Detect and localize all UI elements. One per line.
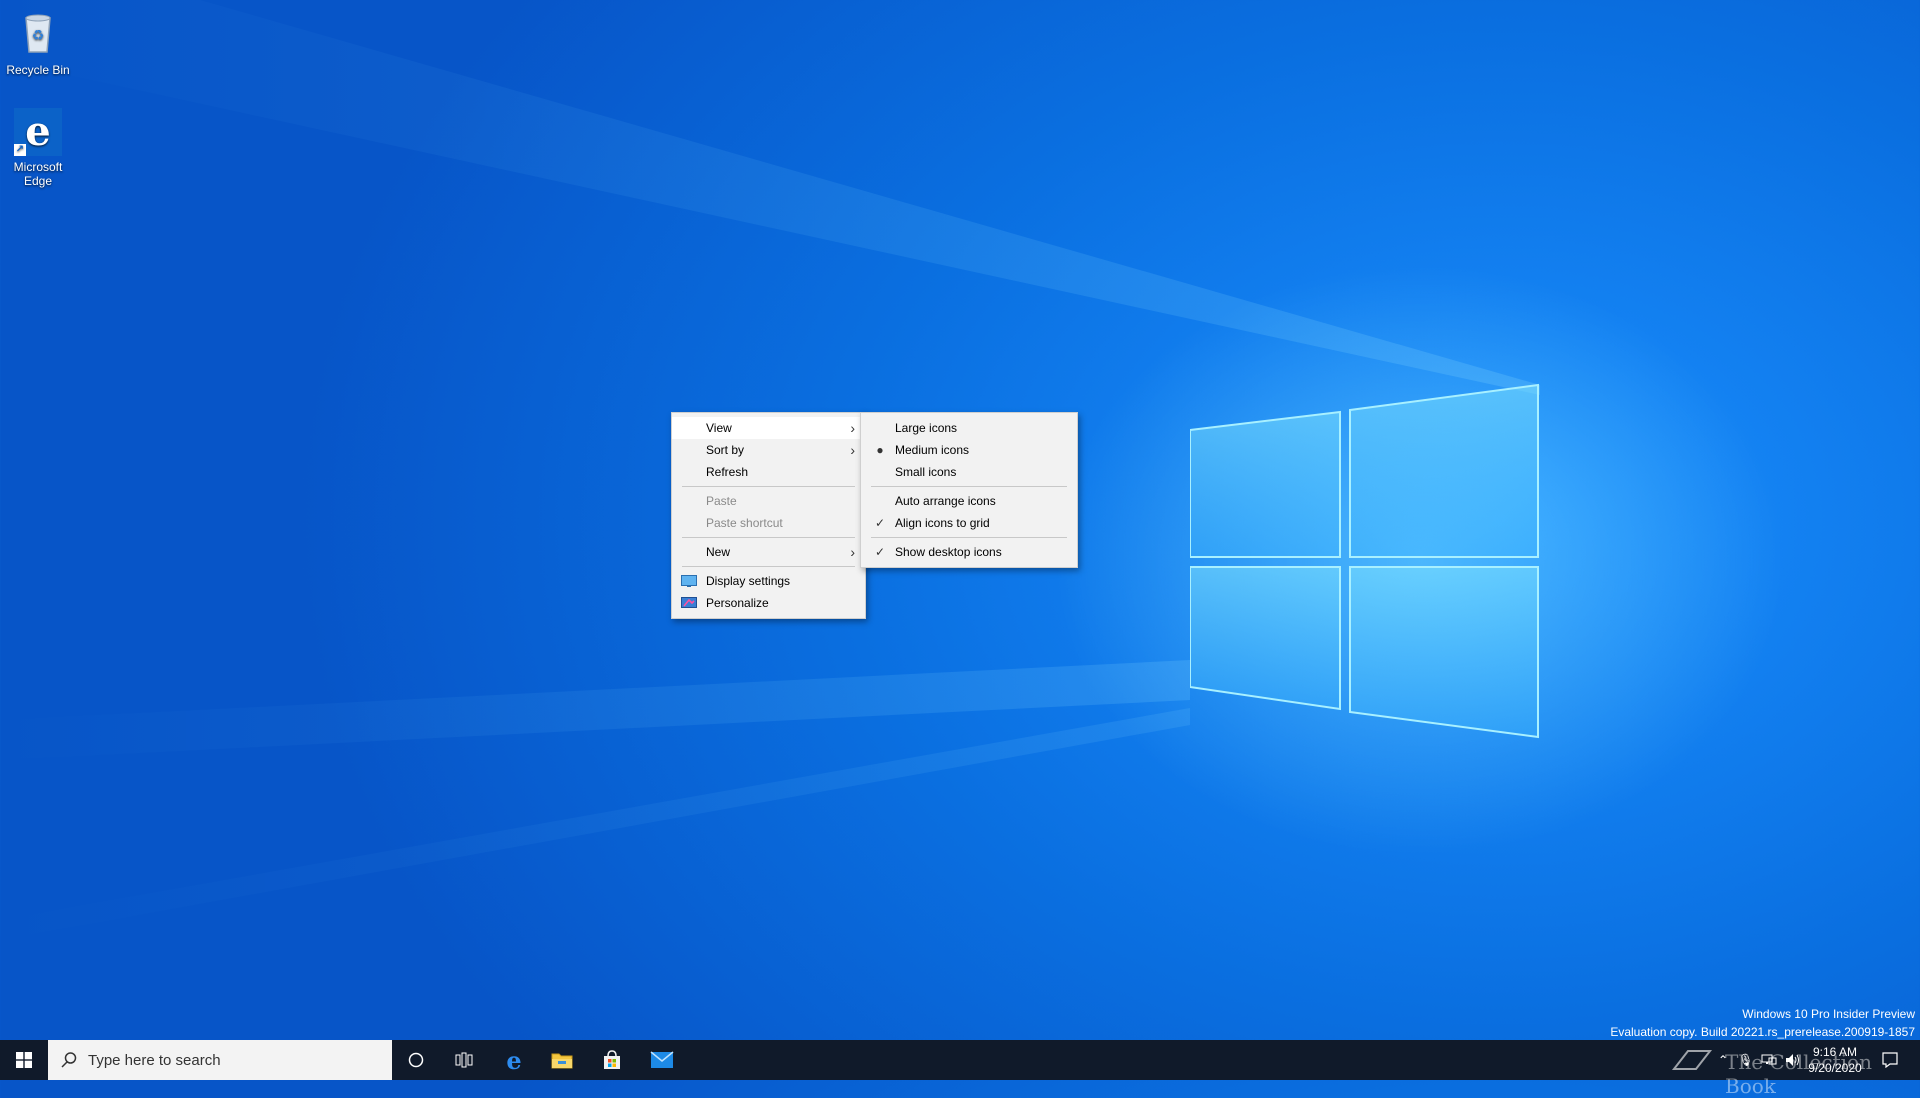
menu-item-sort-by[interactable]: Sort by › <box>672 439 865 461</box>
submenu-item-align-icons-to-grid[interactable]: ✓ Align icons to grid <box>861 512 1077 534</box>
desktop-icon-microsoft-edge[interactable]: e ↗ Microsoft Edge <box>0 108 78 188</box>
desktop-icon-recycle-bin[interactable]: ♻ Recycle Bin <box>0 8 78 77</box>
menu-item-label: Display settings <box>706 574 791 588</box>
menu-item-label: Paste shortcut <box>706 516 783 530</box>
windows-logo-wallpaper-icon <box>1190 383 1539 739</box>
task-view-button[interactable] <box>440 1040 488 1080</box>
menu-item-view[interactable]: View › <box>672 417 865 439</box>
taskbar-search-box[interactable]: Type here to search <box>48 1040 392 1080</box>
menu-item-label: Personalize <box>706 596 769 610</box>
menu-item-label: Sort by <box>706 443 745 457</box>
radio-bullet-icon: ● <box>876 443 884 457</box>
start-button[interactable] <box>0 1040 48 1080</box>
menu-item-label: Paste <box>706 494 737 508</box>
book-watermark-overlay: The Collection Book <box>1725 1050 1872 1098</box>
personalize-icon <box>681 597 697 608</box>
recycle-bin-icon: ♻ <box>25 14 51 53</box>
menu-separator <box>871 537 1067 538</box>
menu-item-refresh[interactable]: Refresh <box>672 461 865 483</box>
submenu-item-show-desktop-icons[interactable]: ✓ Show desktop icons <box>861 541 1077 563</box>
microsoft-store-icon <box>604 1050 620 1069</box>
checkmark-icon: ✓ <box>874 545 886 559</box>
menu-separator <box>682 486 855 487</box>
taskbar-mail-button[interactable] <box>638 1040 686 1080</box>
taskbar: Type here to search e ⌃ 🎙 9:16 AM 9/20/2… <box>0 1040 1920 1080</box>
menu-item-paste: Paste <box>672 490 865 512</box>
shortcut-arrow-icon: ↗ <box>14 144 26 156</box>
menu-separator <box>871 486 1067 487</box>
taskbar-file-explorer-button[interactable] <box>538 1040 586 1080</box>
chevron-right-icon: › <box>850 544 855 560</box>
cortana-button[interactable] <box>392 1040 440 1080</box>
search-icon <box>61 1052 77 1068</box>
menu-item-paste-shortcut: Paste shortcut <box>672 512 865 534</box>
menu-item-label: View <box>706 421 732 435</box>
menu-item-label: Medium icons <box>895 443 970 457</box>
menu-item-label: New <box>706 545 731 559</box>
edge-icon: e <box>506 1045 522 1075</box>
windows-start-icon <box>16 1052 32 1068</box>
submenu-item-auto-arrange-icons[interactable]: Auto arrange icons <box>861 490 1077 512</box>
task-view-icon <box>455 1052 473 1068</box>
display-settings-icon <box>681 575 697 587</box>
recycle-bin-label: Recycle Bin <box>6 63 70 77</box>
evaluation-watermark-line2: Evaluation copy. Build 20221.rs_prerelea… <box>1610 1025 1915 1039</box>
menu-item-label: Large icons <box>895 421 958 435</box>
file-explorer-icon <box>551 1053 573 1069</box>
desktop-context-menu: View › Sort by › Refresh Paste Paste sho… <box>671 412 866 619</box>
menu-item-display-settings[interactable]: Display settings <box>672 570 865 592</box>
menu-separator <box>682 537 855 538</box>
search-placeholder: Type here to search <box>88 1051 221 1069</box>
mail-icon <box>650 1051 674 1068</box>
menu-item-label: Auto arrange icons <box>895 494 996 508</box>
menu-item-personalize[interactable]: Personalize <box>672 592 865 614</box>
menu-item-label: Small icons <box>895 465 957 479</box>
submenu-item-small-icons[interactable]: Small icons <box>861 461 1077 483</box>
microsoft-edge-icon: e ↗ <box>14 108 62 156</box>
chevron-right-icon: › <box>850 442 855 458</box>
evaluation-watermark-line1: Windows 10 Pro Insider Preview <box>1742 1007 1915 1021</box>
menu-item-label: Show desktop icons <box>895 545 1002 559</box>
menu-item-label: Align icons to grid <box>895 516 990 530</box>
microsoft-edge-label: Microsoft Edge <box>13 160 63 188</box>
taskbar-store-button[interactable] <box>588 1040 636 1080</box>
checkmark-icon: ✓ <box>874 516 886 530</box>
taskbar-edge-button[interactable]: e <box>490 1040 538 1080</box>
submenu-item-medium-icons[interactable]: ● Medium icons <box>861 439 1077 461</box>
menu-item-new[interactable]: New › <box>672 541 865 563</box>
chevron-right-icon: › <box>850 420 855 436</box>
menu-separator <box>682 566 855 567</box>
book-overlay-icon <box>1671 1050 1713 1070</box>
svg-text:♻: ♻ <box>32 28 45 44</box>
menu-item-label: Refresh <box>706 465 749 479</box>
cortana-circle-icon <box>408 1052 424 1068</box>
submenu-item-large-icons[interactable]: Large icons <box>861 417 1077 439</box>
view-submenu: Large icons ● Medium icons Small icons A… <box>860 412 1078 568</box>
